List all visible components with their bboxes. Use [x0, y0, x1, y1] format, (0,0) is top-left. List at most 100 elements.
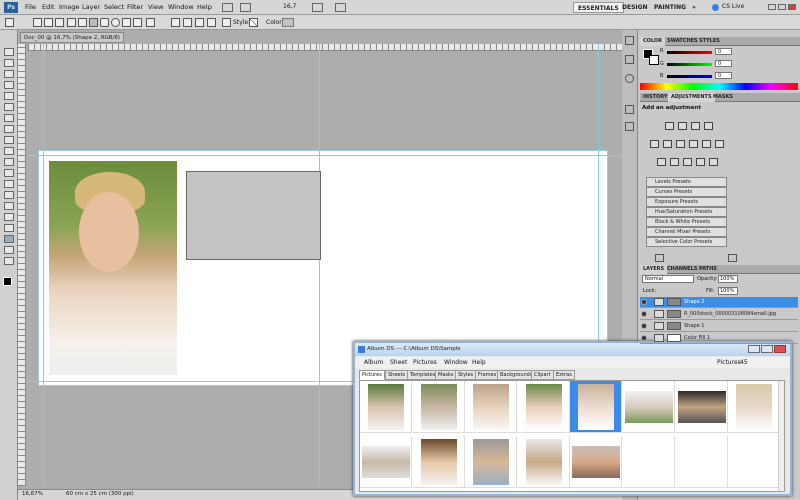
gradient-map-icon[interactable]	[696, 158, 705, 166]
intersect-mode-icon[interactable]	[207, 18, 216, 27]
thumbnail-cell[interactable]	[517, 381, 570, 433]
layer-row[interactable]: Shape 1	[640, 321, 798, 332]
posterize-icon[interactable]	[670, 158, 679, 166]
album-minimize-button[interactable]	[748, 345, 760, 353]
blend-mode-select[interactable]: Normal	[642, 275, 694, 283]
subtract-mode-icon[interactable]	[195, 18, 204, 27]
foreground-color-icon[interactable]	[3, 277, 12, 286]
thumbnail-cell[interactable]	[623, 436, 675, 488]
menu-edit[interactable]: Edit	[42, 3, 55, 11]
tab-color[interactable]: COLOR	[640, 37, 666, 46]
red-value[interactable]: 0	[715, 48, 732, 55]
thumbnail-cell[interactable]	[360, 436, 412, 488]
preset-item[interactable]: Hue/Saturation Presets	[646, 207, 727, 217]
guide-line[interactable]	[43, 44, 44, 486]
arrange-docs-icon[interactable]	[335, 3, 346, 12]
album-menu-sheet[interactable]: Sheet	[390, 359, 407, 366]
tab-masks[interactable]: MASKS	[710, 93, 736, 102]
eye-icon[interactable]	[641, 323, 647, 329]
album-menu-album[interactable]: Album	[364, 359, 383, 366]
eye-icon[interactable]	[641, 299, 647, 305]
album-tab-pictures[interactable]: Pictures	[359, 370, 385, 380]
eraser-tool-icon[interactable]	[4, 158, 14, 166]
tool-presets-icon[interactable]	[625, 105, 634, 114]
shape-tool-icon[interactable]	[5, 18, 14, 27]
thumbnail-cell[interactable]	[412, 436, 465, 488]
polygon-icon[interactable]	[122, 18, 131, 27]
thumbnail-cell[interactable]	[517, 436, 570, 488]
threshold-icon[interactable]	[683, 158, 692, 166]
album-maximize-button[interactable]	[761, 345, 773, 353]
menu-help[interactable]: Help	[197, 3, 212, 11]
album-tab-masks[interactable]: Masks	[435, 370, 457, 380]
hand-tool-icon[interactable]	[4, 246, 14, 254]
menu-file[interactable]: File	[25, 3, 36, 11]
menu-filter[interactable]: Filter	[127, 3, 143, 11]
thumbnail-cell[interactable]	[675, 436, 728, 488]
album-tab-clipart[interactable]: Clipart	[531, 370, 554, 380]
custom-shape-icon[interactable]	[146, 18, 155, 27]
style-picker[interactable]	[249, 18, 258, 27]
shape-layers-icon[interactable]	[33, 18, 42, 27]
layer-row[interactable]: R_000stock_000003108084small.jpg	[640, 309, 798, 320]
preset-item[interactable]: Channel Mixer Presets	[646, 227, 727, 237]
zoom-tool-icon[interactable]	[4, 257, 14, 265]
lasso-tool-icon[interactable]	[4, 70, 14, 78]
pen-tool-icon[interactable]	[4, 202, 14, 210]
album-tab-styles[interactable]: Styles	[455, 370, 477, 380]
eyedropper-tool-icon[interactable]	[4, 103, 14, 111]
return-icon[interactable]	[655, 254, 664, 262]
menu-image[interactable]: Image	[59, 3, 79, 11]
trash-icon[interactable]	[728, 254, 737, 262]
album-tab-frames[interactable]: Frames	[475, 370, 500, 380]
new-layer-mode-icon[interactable]	[171, 18, 180, 27]
preset-item[interactable]: Levels Presets	[646, 177, 727, 187]
album-menu-window[interactable]: Window	[444, 359, 468, 366]
thumbnail-cell[interactable]	[728, 436, 781, 488]
brush-tool-icon[interactable]	[4, 125, 14, 133]
green-value[interactable]: 0	[715, 60, 732, 67]
eye-icon[interactable]	[641, 335, 647, 341]
album-close-button[interactable]	[774, 345, 786, 353]
clone-source-icon[interactable]	[625, 122, 634, 131]
color-balance-icon[interactable]	[676, 140, 685, 148]
crop-tool-icon[interactable]	[4, 92, 14, 100]
album-menu-pictures[interactable]: Pictures	[413, 359, 437, 366]
preset-item[interactable]: Black & White Presets	[646, 217, 727, 227]
thumbnail-cell[interactable]	[412, 381, 465, 433]
workspace-more[interactable]: »	[688, 2, 700, 13]
green-slider[interactable]	[667, 63, 712, 66]
workspace-painting[interactable]: PAINTING	[650, 2, 690, 13]
levels-icon[interactable]	[678, 122, 687, 130]
info-icon[interactable]	[625, 74, 634, 83]
blue-slider[interactable]	[667, 75, 712, 78]
menu-view[interactable]: View	[148, 3, 163, 11]
thumbnail-cell[interactable]	[728, 381, 781, 433]
history-brush-tool-icon[interactable]	[4, 147, 14, 155]
workspace-essentials[interactable]: ESSENTIALS	[573, 2, 624, 13]
exposure-icon[interactable]	[704, 122, 713, 130]
gray-rectangle-shape[interactable]	[186, 171, 321, 260]
hue-saturation-icon[interactable]	[663, 140, 672, 148]
thumbnail-cell[interactable]	[623, 381, 675, 433]
preset-item[interactable]: Exposure Presets	[646, 197, 727, 207]
close-icon[interactable]	[788, 4, 796, 10]
background-color-swatch[interactable]	[649, 55, 659, 65]
photo-filter-icon[interactable]	[702, 140, 711, 148]
rectangle-icon[interactable]	[89, 18, 98, 27]
history-icon[interactable]	[625, 36, 634, 45]
preset-item[interactable]: Selective Color Presets	[646, 237, 727, 247]
line-icon[interactable]	[133, 18, 142, 27]
link-icon[interactable]	[222, 18, 231, 27]
fill-field[interactable]: 100%	[718, 287, 738, 295]
tab-channels[interactable]: CHANNELS	[664, 265, 700, 274]
thumbnail-cell[interactable]	[675, 381, 728, 433]
blur-tool-icon[interactable]	[4, 180, 14, 188]
selective-color-icon[interactable]	[709, 158, 718, 166]
document-tab[interactable]: Doc_00 @ 16,7% (Shape 2, RGB/8) *	[20, 32, 124, 51]
shape-tool-icon[interactable]	[4, 235, 14, 243]
quick-select-tool-icon[interactable]	[4, 81, 14, 89]
minibridge-icon[interactable]	[240, 3, 251, 12]
curves-icon[interactable]	[691, 122, 700, 130]
zoom-combo[interactable]: 16,7	[283, 3, 296, 10]
